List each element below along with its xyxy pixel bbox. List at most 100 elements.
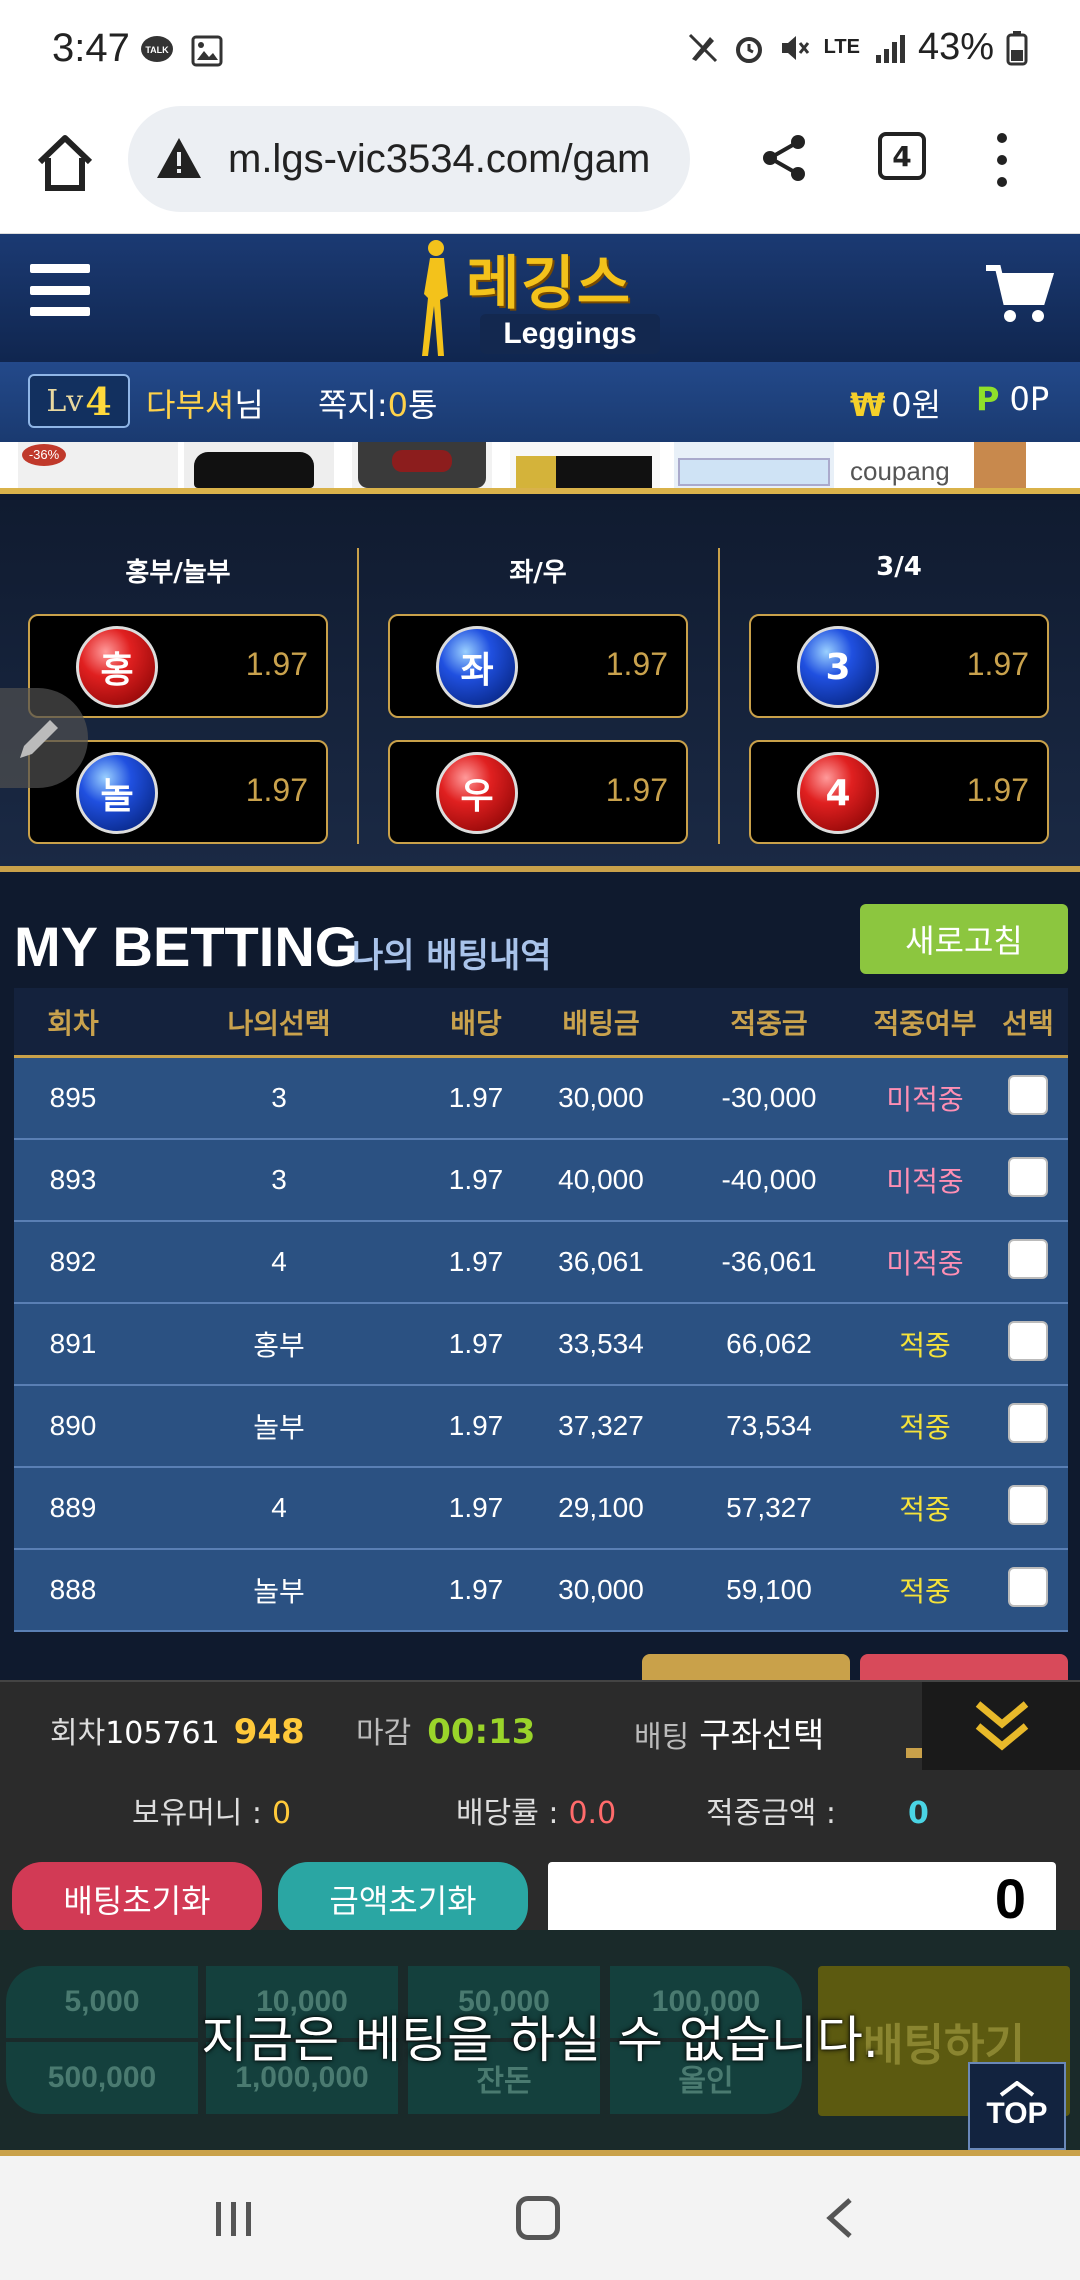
reset-bet-button[interactable]: 배팅초기화 — [12, 1862, 262, 1936]
row-checkbox[interactable] — [1008, 1156, 1048, 1197]
cell-result: 미적중 — [886, 1083, 964, 1116]
cell-bet: 30,000 — [558, 1082, 644, 1113]
betting-closed-message: 지금은 베팅을 하실 수 없습니다. — [201, 2011, 879, 2069]
odd-value: 1.97 — [245, 772, 308, 808]
back-icon[interactable] — [820, 2196, 860, 2240]
bet-selection: 배팅 구좌선택 — [634, 1708, 824, 1757]
network-type: LTE — [823, 36, 860, 58]
message-count[interactable]: 쪽지:0통 — [318, 380, 437, 426]
browser-home-icon[interactable] — [30, 128, 100, 198]
odds-header-jwau: 좌/우 — [509, 558, 567, 588]
money-value: 0원 — [891, 386, 942, 424]
table-row: 892 4 1.97 36,061 -36,061 미적중 — [14, 1222, 1068, 1304]
cell-result: 적중 — [899, 1411, 951, 1444]
cell-select — [988, 1320, 1068, 1368]
signal-icon — [875, 34, 905, 63]
site-logo[interactable]: 레깅스 Leggings — [410, 234, 670, 362]
message-label: 쪽지: — [318, 386, 388, 424]
table-header: 회차 나의선택 배당 배팅금 적중금 적중여부 선택 — [14, 988, 1068, 1058]
cell-win: -40,000 — [721, 1164, 817, 1195]
betting-history-table: 회차 나의선택 배당 배팅금 적중금 적중여부 선택 895 3 1.97 30,00… — [14, 988, 1068, 1632]
win-value: 0 — [908, 1796, 929, 1831]
u-ball-icon: 우 — [436, 752, 518, 834]
username-suffix: 님 — [234, 386, 264, 424]
url-text[interactable]: m.lgs-vic3534.com/gam — [228, 137, 650, 182]
holding-money: 보유머니 : 0 — [132, 1788, 291, 1832]
cell-select — [988, 1238, 1068, 1286]
svg-text:TALK: TALK — [145, 45, 169, 55]
tab-switcher-button[interactable]: 4 — [878, 132, 926, 180]
odds-divider — [357, 548, 359, 844]
close-timer: 마감 00:13 — [356, 1708, 535, 1752]
product-banner[interactable]: -36% coupang — [0, 442, 1080, 494]
odd-value: 1.97 — [605, 646, 668, 682]
header-select: 선택 — [1002, 1006, 1054, 1040]
cell-select — [988, 1156, 1068, 1204]
odds-header-34: 3/4 — [876, 552, 922, 582]
win-label: 적중금액 : — [706, 1796, 837, 1831]
rate-label: 배당률 : — [456, 1796, 559, 1831]
row-checkbox[interactable] — [1008, 1484, 1048, 1525]
banner-product-phone[interactable] — [184, 442, 334, 488]
cell-pick: 4 — [271, 1492, 287, 1523]
point-balance: P 0P — [976, 380, 1049, 418]
selection-label: 배팅 — [634, 1720, 690, 1755]
mute-icon — [781, 35, 809, 60]
banner-product-cable[interactable]: -36% — [18, 442, 178, 488]
row-checkbox[interactable] — [1008, 1402, 1048, 1443]
hamburger-menu-icon[interactable] — [30, 264, 90, 316]
odd-value: 1.97 — [605, 772, 668, 808]
browser-menu-icon[interactable] — [990, 130, 1014, 190]
arrow-up-icon — [999, 2081, 1035, 2097]
banner-product-ssd[interactable] — [510, 442, 660, 488]
table-row: 890 놀부 1.97 37,327 73,534 적중 — [14, 1386, 1068, 1468]
username-text: 다부셔 — [146, 386, 235, 424]
rate-value: 0.0 — [568, 1796, 617, 1831]
cell-pick: 3 — [271, 1164, 287, 1195]
reset-amount-button[interactable]: 금액초기화 — [278, 1862, 528, 1936]
banner-product-keyboard[interactable] — [674, 442, 834, 488]
won-icon: ₩ — [850, 386, 886, 424]
header-odd: 배당 — [450, 1006, 502, 1040]
row-checkbox[interactable] — [1008, 1238, 1048, 1279]
banner-decoration — [974, 442, 1026, 488]
cell-round: 889 — [49, 1492, 97, 1523]
odd-button-4[interactable]: 4 1.97 — [749, 740, 1049, 844]
home-icon[interactable] — [516, 2196, 560, 2240]
round-current: 948 — [233, 1712, 305, 1752]
row-checkbox[interactable] — [1008, 1074, 1048, 1115]
cell-bet: 37,327 — [558, 1410, 644, 1441]
cell-win: -30,000 — [721, 1082, 817, 1113]
win-amount: 적중금액 : 0 — [706, 1788, 929, 1832]
cell-pick: 3 — [271, 1082, 287, 1113]
collapse-panel-button[interactable] — [922, 1682, 1080, 1770]
scroll-top-button[interactable]: TOP — [968, 2062, 1066, 2150]
cell-odd: 1.97 — [448, 1164, 504, 1195]
message-unit: 통 — [408, 386, 438, 424]
pen-off-icon — [688, 33, 717, 62]
cart-icon[interactable] — [984, 262, 1054, 324]
odd-button-u[interactable]: 우 1.97 — [388, 740, 688, 844]
bet-amount-field[interactable]: 0 — [548, 1862, 1056, 1936]
recent-apps-icon[interactable] — [212, 2200, 256, 2238]
hong-ball-icon: 홍 — [76, 626, 158, 708]
status-bar: 3:47 TALK LTE 43% — [0, 0, 1080, 100]
logo-figure-icon — [422, 240, 448, 356]
header-win: 적중금 — [730, 1006, 808, 1040]
odd-button-3[interactable]: 3 1.97 — [749, 614, 1049, 718]
round-label: 회차 — [50, 1716, 106, 1751]
user-info-bar: Lv 4 다부셔님 쪽지:0통 ₩0원 P 0P — [0, 362, 1080, 442]
share-icon[interactable] — [756, 130, 812, 186]
banner-product-meat[interactable] — [352, 442, 492, 488]
odd-button-jwa[interactable]: 좌 1.97 — [388, 614, 688, 718]
username[interactable]: 다부셔님 — [146, 380, 264, 426]
address-bar[interactable]: m.lgs-vic3534.com/gam — [128, 106, 690, 212]
cell-result: 적중 — [899, 1329, 951, 1362]
top-label: TOP — [986, 2097, 1048, 2130]
jwa-ball-icon: 좌 — [436, 626, 518, 708]
row-checkbox[interactable] — [1008, 1320, 1048, 1361]
warning-icon[interactable] — [154, 134, 204, 184]
row-checkbox[interactable] — [1008, 1566, 1048, 1607]
refresh-button[interactable]: 새로고침 — [860, 904, 1068, 974]
cell-odd: 1.97 — [448, 1574, 504, 1605]
